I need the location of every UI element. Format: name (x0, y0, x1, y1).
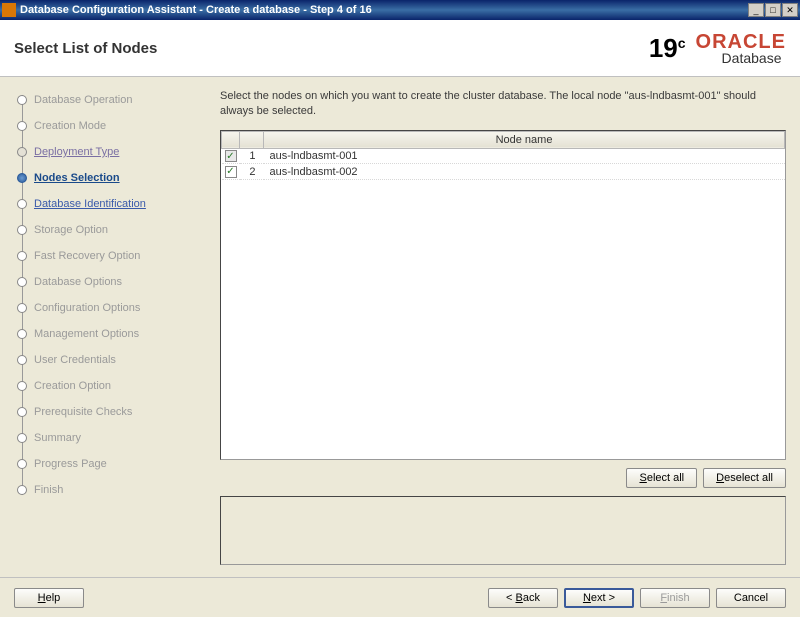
table-row[interactable]: ✓1aus-lndbasmt-001 (222, 148, 785, 164)
log-area (220, 496, 786, 565)
node-checkbox[interactable]: ✓ (225, 166, 237, 178)
col-num (240, 131, 264, 148)
step-bullet-icon (17, 381, 27, 391)
step-bullet-icon (17, 433, 27, 443)
sidebar-step-2[interactable]: Deployment Type (6, 139, 200, 165)
minimize-button[interactable]: _ (748, 3, 764, 17)
header: Select List of Nodes 19c ORACLE Database (0, 20, 800, 77)
sidebar-step-10: User Credentials (6, 347, 200, 373)
step-label: Database Identification (34, 198, 146, 210)
step-label: Fast Recovery Option (34, 250, 140, 262)
back-button[interactable]: < Back (488, 588, 558, 608)
sidebar-step-5: Storage Option (6, 217, 200, 243)
sidebar-step-13: Summary (6, 425, 200, 451)
step-label: Creation Option (34, 380, 111, 392)
step-label: Management Options (34, 328, 139, 340)
instruction-text: Select the nodes on which you want to cr… (220, 89, 786, 120)
step-label: Configuration Options (34, 302, 140, 314)
step-bullet-icon (17, 173, 27, 183)
step-bullet-icon (17, 199, 27, 209)
node-checkbox: ✓ (225, 150, 237, 162)
node-name-cell: aus-lndbasmt-001 (264, 148, 785, 164)
step-label: Storage Option (34, 224, 108, 236)
step-bullet-icon (17, 459, 27, 469)
sidebar-step-14: Progress Page (6, 451, 200, 477)
step-bullet-icon (17, 251, 27, 261)
step-label: Prerequisite Checks (34, 406, 132, 418)
sidebar-step-8: Configuration Options (6, 295, 200, 321)
sidebar-step-1: Creation Mode (6, 113, 200, 139)
page-title: Select List of Nodes (14, 40, 649, 57)
sidebar-step-4[interactable]: Database Identification (6, 191, 200, 217)
sidebar-step-7: Database Options (6, 269, 200, 295)
step-label: Summary (34, 432, 81, 444)
finish-button: Finish (640, 588, 710, 608)
table-row[interactable]: ✓2aus-lndbasmt-002 (222, 164, 785, 180)
help-button[interactable]: Help (14, 588, 84, 608)
step-label: Deployment Type (34, 146, 119, 158)
cancel-button[interactable]: Cancel (716, 588, 786, 608)
window-title: Database Configuration Assistant - Creat… (20, 4, 748, 16)
next-button[interactable]: Next > (564, 588, 634, 608)
row-number: 2 (240, 164, 264, 180)
row-number: 1 (240, 148, 264, 164)
wizard-sidebar: Database Operation Creation Mode Deploymen… (0, 77, 206, 577)
sidebar-step-0: Database Operation (6, 87, 200, 113)
sidebar-step-11: Creation Option (6, 373, 200, 399)
col-check (222, 131, 240, 148)
deselect-all-button[interactable]: Deselect all (703, 468, 786, 488)
logo: 19c ORACLE Database (649, 31, 786, 66)
sidebar-step-3[interactable]: Nodes Selection (6, 165, 200, 191)
titlebar: Database Configuration Assistant - Creat… (0, 0, 800, 20)
step-bullet-icon (17, 95, 27, 105)
node-name-cell: aus-lndbasmt-002 (264, 164, 785, 180)
select-all-button[interactable]: Select all (626, 468, 697, 488)
sidebar-step-6: Fast Recovery Option (6, 243, 200, 269)
step-bullet-icon (17, 225, 27, 235)
step-bullet-icon (17, 303, 27, 313)
step-label: Database Options (34, 276, 122, 288)
maximize-button[interactable]: □ (765, 3, 781, 17)
nodes-table-container: Node name ✓1aus-lndbasmt-001✓2aus-lndbas… (220, 130, 786, 460)
content-area: Select the nodes on which you want to cr… (206, 77, 800, 577)
step-bullet-icon (17, 121, 27, 131)
step-label: Progress Page (34, 458, 107, 470)
sidebar-step-9: Management Options (6, 321, 200, 347)
sidebar-step-15: Finish (6, 477, 200, 503)
col-node-name: Node name (264, 131, 785, 148)
sidebar-step-12: Prerequisite Checks (6, 399, 200, 425)
step-label: Creation Mode (34, 120, 106, 132)
step-label: Finish (34, 484, 63, 496)
step-bullet-icon (17, 329, 27, 339)
step-label: User Credentials (34, 354, 116, 366)
java-icon (2, 3, 16, 17)
step-bullet-icon (17, 277, 27, 287)
step-bullet-icon (17, 485, 27, 495)
step-bullet-icon (17, 147, 27, 157)
step-label: Nodes Selection (34, 172, 120, 184)
footer: Help < Back Next > Finish Cancel (0, 577, 800, 617)
close-button[interactable]: ✕ (782, 3, 798, 17)
step-label: Database Operation (34, 94, 132, 106)
step-bullet-icon (17, 407, 27, 417)
step-bullet-icon (17, 355, 27, 365)
